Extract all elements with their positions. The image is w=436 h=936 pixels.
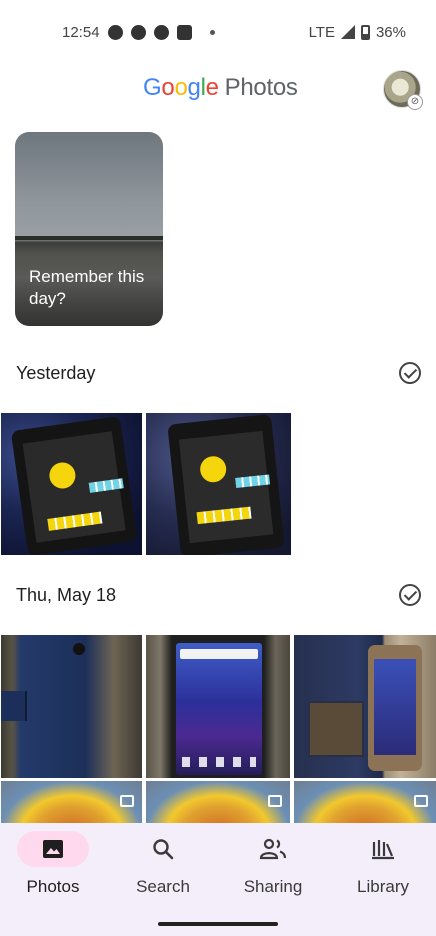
portrait-icon (120, 795, 134, 807)
app-title: Google Photos (143, 74, 298, 102)
memory-card[interactable]: Remember this day? (15, 132, 163, 326)
photo-detail (47, 511, 103, 531)
backup-off-icon: ⊘ (407, 94, 423, 110)
status-right: LTE 36% (309, 24, 406, 41)
title-letter: o (174, 74, 188, 101)
photo-thumbnail[interactable] (146, 781, 290, 823)
title-photos: Photos (224, 74, 298, 101)
photo-thumbnail[interactable] (1, 635, 142, 778)
photo-thumbnail[interactable] (1, 413, 142, 555)
battery-percent: 36% (375, 23, 406, 41)
select-all-check-icon[interactable] (399, 362, 421, 384)
nav-pill (347, 831, 419, 867)
message-icon (176, 24, 192, 40)
portrait-icon (268, 795, 282, 807)
section-header-may-18: Thu, May 18 (16, 580, 421, 610)
title-letter: o (161, 74, 175, 101)
photo-detail (196, 506, 252, 525)
nav-label: Library (357, 877, 409, 896)
people-icon (259, 838, 287, 860)
photo-detail (235, 474, 271, 488)
nav-label: Sharing (243, 877, 303, 896)
nav-item-search[interactable]: Search (113, 831, 213, 901)
chat-icon (107, 24, 123, 40)
photo-detail (1, 691, 27, 721)
status-bar: 12:54 LTE 36% (0, 0, 436, 64)
photo-detail (88, 478, 124, 493)
photo-icon (43, 840, 63, 858)
dot-icon (209, 29, 215, 35)
search-icon (153, 839, 174, 860)
nav-pill (237, 831, 309, 867)
section-label: Yesterday (16, 362, 96, 383)
account-avatar[interactable]: ⊘ (383, 70, 423, 110)
nav-label: Photos (26, 877, 80, 896)
photo-detail (374, 659, 416, 755)
bottom-navigation: Photos Search Sharing Library (0, 823, 436, 936)
status-left: 12:54 (62, 24, 215, 41)
nav-pill (127, 831, 199, 867)
library-icon (372, 840, 394, 860)
title-letter: G (143, 74, 162, 101)
photo-thumbnail[interactable] (146, 635, 290, 778)
photo-subject (167, 413, 285, 555)
photo-thumbnail[interactable] (1, 781, 142, 823)
nav-item-sharing[interactable]: Sharing (223, 831, 323, 901)
title-letter: g (187, 74, 201, 101)
nav-item-library[interactable]: Library (333, 831, 433, 901)
signal-icon (340, 25, 355, 39)
photo-detail (180, 649, 258, 659)
app-header: Google Photos ⊘ (0, 64, 436, 116)
section-header-yesterday: Yesterday (16, 358, 421, 388)
status-time: 12:54 (62, 23, 100, 41)
phone-call-icon (153, 24, 169, 40)
photo-thumbnail[interactable] (294, 635, 436, 778)
whatsapp-icon (130, 24, 146, 40)
battery-icon (360, 24, 370, 40)
photo-detail (182, 757, 256, 767)
select-all-check-icon[interactable] (399, 584, 421, 606)
photo-detail (22, 431, 126, 543)
photo-detail (178, 430, 274, 544)
memory-title: Remember this day? (29, 267, 145, 308)
photo-thumbnail[interactable] (294, 781, 436, 823)
nav-label: Search (136, 877, 190, 896)
photo-detail (198, 454, 228, 484)
section-label: Thu, May 18 (16, 584, 117, 605)
photo-detail (368, 645, 422, 771)
photo-subject (10, 415, 138, 555)
gesture-handle[interactable] (158, 922, 278, 926)
photo-detail (73, 643, 85, 655)
title-letter: e (205, 74, 219, 101)
photo-detail (308, 701, 364, 757)
portrait-icon (414, 795, 428, 807)
network-label: LTE (308, 23, 335, 41)
nav-pill (17, 831, 89, 867)
photo-detail (176, 643, 262, 775)
photo-detail (47, 460, 78, 491)
nav-item-photos[interactable]: Photos (3, 831, 103, 901)
photo-thumbnail[interactable] (146, 413, 291, 555)
